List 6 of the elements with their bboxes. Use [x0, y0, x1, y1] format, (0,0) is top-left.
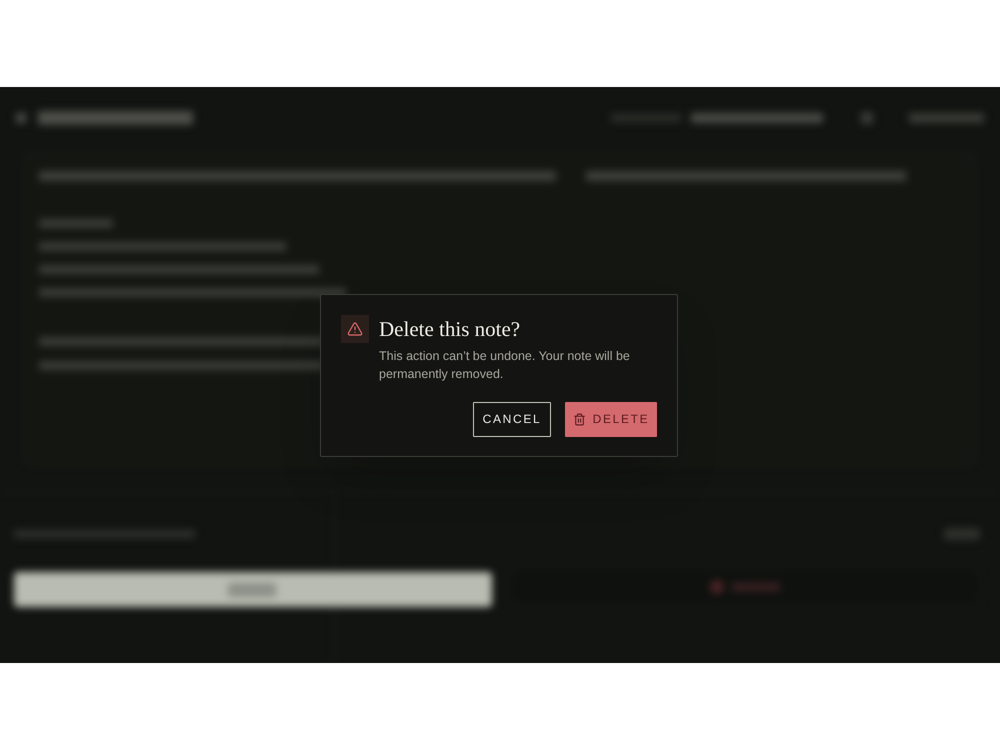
warning-icon: [341, 314, 369, 342]
trash-icon: [572, 412, 586, 426]
cancel-button[interactable]: CANCEL: [473, 402, 551, 436]
dialog-title: Delete this note?: [379, 316, 522, 342]
dialog-message: This action can’t be undone. Your note will be permanently removed.: [379, 348, 631, 382]
delete-button[interactable]: DELETE: [565, 402, 657, 436]
